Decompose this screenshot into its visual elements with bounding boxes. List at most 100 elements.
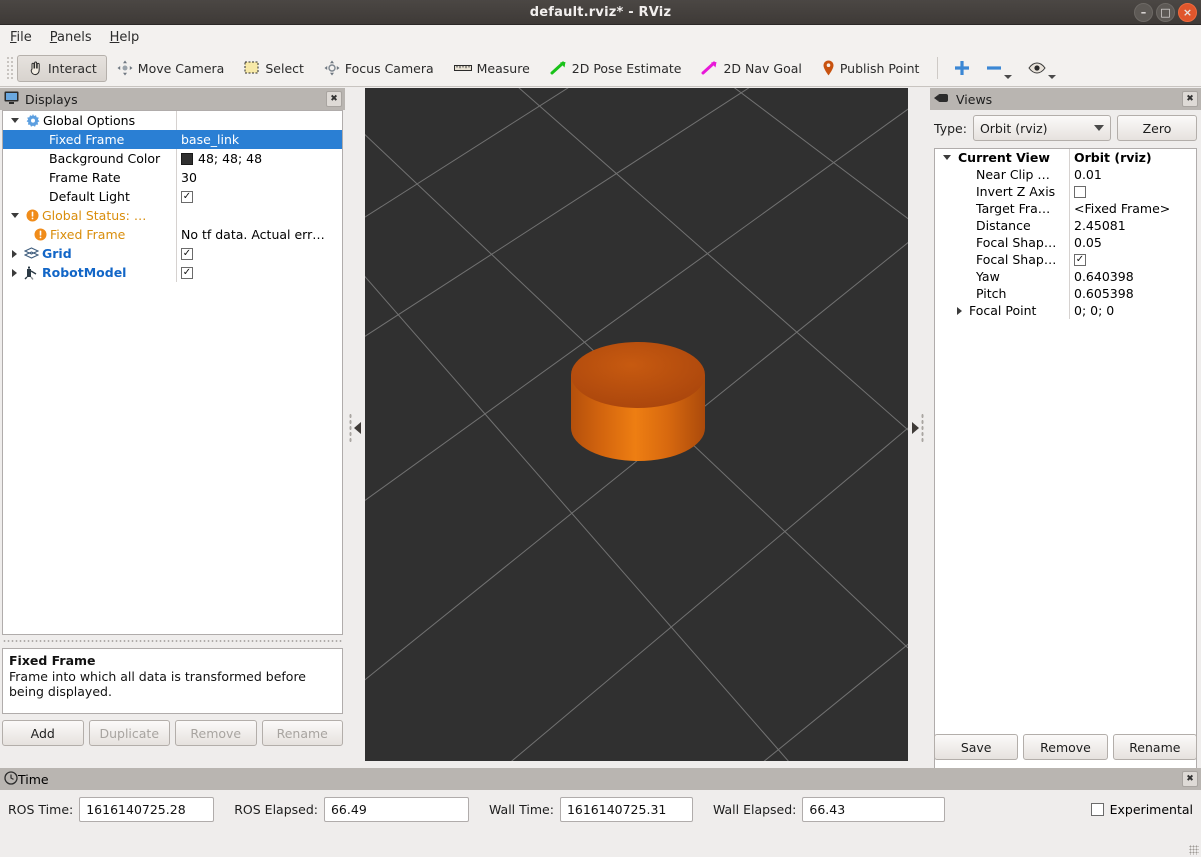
- views-row[interactable]: Focal Shap… ✓: [935, 251, 1196, 268]
- displays-row-value-cell[interactable]: 48; 48; 48: [176, 149, 342, 168]
- views-row-value-cell[interactable]: Orbit (rviz): [1069, 149, 1196, 166]
- displays-row[interactable]: Frame Rate 30: [3, 168, 342, 187]
- views-row[interactable]: Target Fra… <Fixed Frame>: [935, 200, 1196, 217]
- checkbox-checked-icon[interactable]: ✓: [181, 247, 193, 260]
- left-panel-collapse-handle[interactable]: [345, 88, 365, 768]
- toolbar-button-publish-point[interactable]: Publish Point: [812, 55, 930, 82]
- right-panel-collapse-handle[interactable]: [908, 88, 928, 768]
- expander-down-icon[interactable]: [943, 155, 951, 160]
- displays-row-value-cell[interactable]: [176, 206, 342, 225]
- close-button[interactable]: ×: [1178, 3, 1197, 22]
- expander-right-icon[interactable]: [12, 249, 17, 258]
- views-row-value-cell[interactable]: 2.45081: [1069, 217, 1196, 234]
- views-save-button[interactable]: Save: [934, 734, 1019, 760]
- toolbar-button-select[interactable]: Select: [234, 55, 314, 82]
- displays-row[interactable]: Global Status: …: [3, 206, 342, 225]
- wall-time-field[interactable]: 1616140725.31: [559, 796, 693, 822]
- views-row[interactable]: Focal Point 0; 0; 0: [935, 302, 1196, 319]
- checkbox-checked-icon[interactable]: ✓: [1074, 253, 1086, 266]
- views-tree[interactable]: Current View Orbit (rviz) Near Clip … 0.01 I…: [934, 148, 1197, 816]
- view-type-dropdown[interactable]: Orbit (rviz): [972, 115, 1111, 141]
- toolbar-minus-button[interactable]: [978, 55, 1020, 82]
- checkbox-checked-icon[interactable]: ✓: [181, 190, 193, 203]
- menu-file[interactable]: File: [10, 30, 32, 45]
- minimize-button[interactable]: –: [1134, 3, 1153, 22]
- displays-row-value-cell[interactable]: base_link: [176, 130, 342, 149]
- checkbox-unchecked-icon[interactable]: [1090, 802, 1104, 816]
- displays-row[interactable]: Global Options: [3, 111, 342, 130]
- displays-row[interactable]: Background Color 48; 48; 48: [3, 149, 342, 168]
- displays-row[interactable]: Grid ✓: [3, 244, 342, 263]
- views-remove-button[interactable]: Remove: [1023, 734, 1108, 760]
- views-row[interactable]: Near Clip … 0.01: [935, 166, 1196, 183]
- views-row[interactable]: Invert Z Axis: [935, 183, 1196, 200]
- displays-add-button[interactable]: Add: [2, 720, 84, 746]
- ros-elapsed-label: ROS Elapsed:: [234, 801, 318, 817]
- zero-button[interactable]: Zero: [1117, 115, 1197, 141]
- expander-down-icon[interactable]: [11, 213, 19, 218]
- displays-row[interactable]: Fixed Frame base_link: [3, 130, 342, 149]
- menu-help[interactable]: Help: [110, 30, 140, 45]
- wall-elapsed-field[interactable]: 66.43: [802, 796, 946, 822]
- views-row-value-cell[interactable]: [1069, 183, 1196, 200]
- ros-time-field[interactable]: 1616140725.28: [79, 796, 215, 822]
- views-row-value-cell[interactable]: 0.01: [1069, 166, 1196, 183]
- checkbox-checked-icon[interactable]: ✓: [181, 266, 193, 279]
- window-resize-grip[interactable]: [1189, 845, 1199, 855]
- displays-row[interactable]: Default Light ✓: [3, 187, 342, 206]
- views-row-value-cell[interactable]: 0.640398: [1069, 268, 1196, 285]
- menu-panels[interactable]: Panels: [50, 30, 92, 45]
- views-row[interactable]: Pitch 0.605398: [935, 285, 1196, 302]
- chevron-down-icon[interactable]: [1004, 74, 1013, 79]
- displays-close-icon[interactable]: ✖: [326, 91, 342, 107]
- toolbar-button-2d-nav-goal[interactable]: 2D Nav Goal: [691, 55, 811, 82]
- views-row-value-cell[interactable]: 0.605398: [1069, 285, 1196, 302]
- expander-right-icon[interactable]: [12, 268, 17, 277]
- views-row[interactable]: Current View Orbit (rviz): [935, 149, 1196, 166]
- displays-row-value-cell[interactable]: 30: [176, 168, 342, 187]
- toolbar-eye-button[interactable]: [1020, 55, 1064, 82]
- displays-row-value-cell[interactable]: No tf data. Actual err…: [176, 225, 342, 244]
- expander-right-icon[interactable]: [957, 306, 962, 315]
- views-row-label: Focal Shap…: [976, 235, 1057, 250]
- toolbar-button-interact[interactable]: Interact: [17, 54, 107, 82]
- collapse-right-arrow-icon[interactable]: [912, 422, 919, 434]
- displays-row-label: Global Status: …: [42, 208, 147, 223]
- expander-down-icon[interactable]: [11, 118, 19, 123]
- toolbar-button-move-camera[interactable]: Move Camera: [107, 55, 235, 82]
- toolbar-button-measure[interactable]: Measure: [444, 55, 540, 82]
- toolbar-button-focus-camera[interactable]: Focus Camera: [314, 55, 444, 82]
- displays-tree[interactable]: Global Options Fixed Frame base_link Backgr…: [2, 110, 343, 635]
- views-row-value-cell[interactable]: 0.05: [1069, 234, 1196, 251]
- views-row[interactable]: Focal Shap… 0.05: [935, 234, 1196, 251]
- displays-row[interactable]: RobotModel ✓: [3, 263, 342, 282]
- views-close-icon[interactable]: ✖: [1182, 91, 1198, 107]
- displays-splitter[interactable]: [2, 637, 343, 644]
- views-row-value-cell[interactable]: <Fixed Frame>: [1069, 200, 1196, 217]
- toolbar-button-2d-pose-estimate[interactable]: 2D Pose Estimate: [540, 55, 692, 82]
- views-rename-button[interactable]: Rename: [1112, 734, 1197, 760]
- chevron-down-icon[interactable]: [1048, 74, 1057, 79]
- displays-row-value-cell[interactable]: ✓: [176, 187, 342, 206]
- displays-row[interactable]: Fixed Frame No tf data. Actual err…: [3, 225, 342, 244]
- views-row[interactable]: Yaw 0.640398: [935, 268, 1196, 285]
- views-row-value-cell[interactable]: 0; 0; 0: [1069, 302, 1196, 319]
- 3d-viewport[interactable]: [365, 88, 908, 761]
- displays-row-value-cell[interactable]: ✓: [176, 244, 342, 263]
- toolbar-plus-button[interactable]: [946, 55, 978, 82]
- checkbox-unchecked-icon[interactable]: [1074, 185, 1086, 198]
- views-row[interactable]: Distance 2.45081: [935, 217, 1196, 234]
- toolbar-grip[interactable]: [6, 56, 14, 80]
- views-row-value-cell[interactable]: ✓: [1069, 251, 1196, 268]
- displays-row-value-cell[interactable]: ✓: [176, 263, 342, 282]
- ros-elapsed-field[interactable]: 66.49: [323, 796, 469, 822]
- collapse-left-arrow-icon[interactable]: [354, 422, 361, 434]
- maximize-button[interactable]: □: [1156, 3, 1175, 22]
- monitor-icon: [4, 91, 19, 108]
- displays-row-value-cell[interactable]: [176, 111, 342, 130]
- color-swatch[interactable]: [181, 152, 193, 165]
- time-close-icon[interactable]: ✖: [1182, 771, 1198, 787]
- field-value: 66.43: [809, 801, 846, 817]
- views-button-row: Save Remove Rename: [934, 734, 1197, 762]
- experimental-checkbox-row[interactable]: Experimental: [1090, 802, 1193, 817]
